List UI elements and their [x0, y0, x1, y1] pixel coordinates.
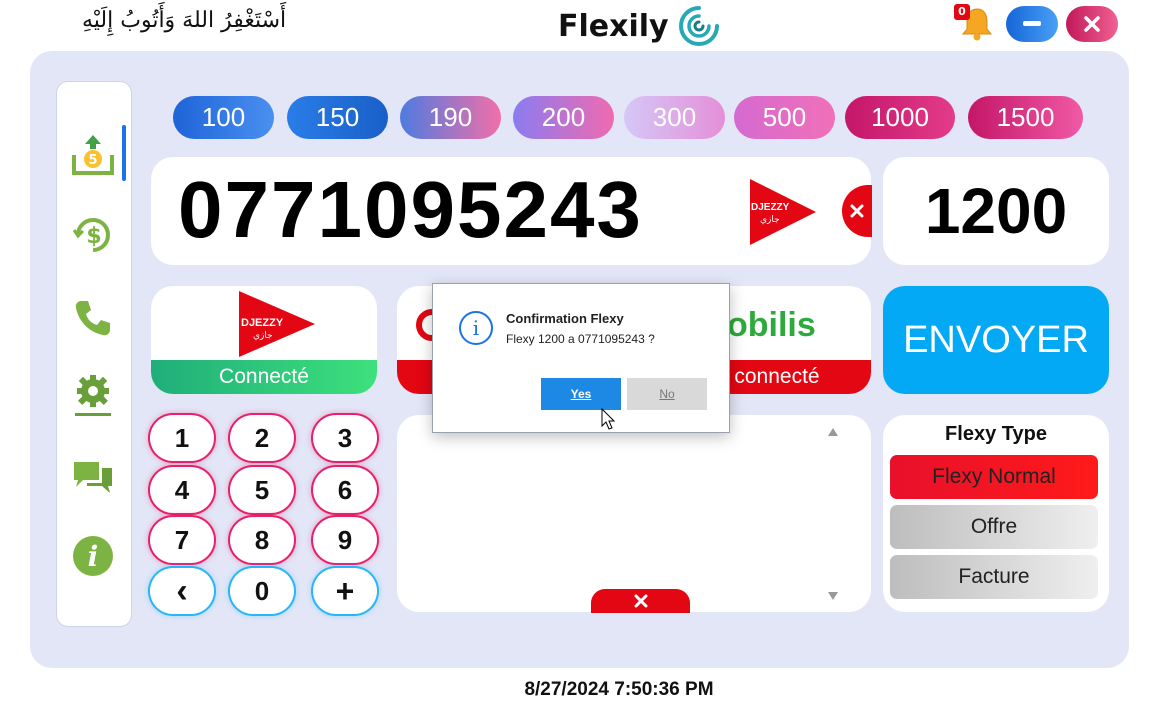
logo-swirl-icon — [678, 6, 719, 46]
djezzy-card-logo-arabic: جازي — [253, 331, 273, 341]
keypad-key-8[interactable]: 8 — [230, 517, 294, 563]
datetime-display: 8/27/2024 7:50:36 PM — [524, 679, 714, 700]
sidebar: 5 $ i — [56, 81, 132, 627]
sidebar-item-transactions[interactable]: $ — [67, 209, 119, 261]
flexy-type-facture[interactable]: Facture — [890, 555, 1098, 599]
svg-text:$: $ — [86, 224, 101, 249]
notification-bell[interactable]: 0 — [954, 4, 996, 42]
djezzy-operator-badge: DJEZZY جازي — [746, 177, 818, 251]
phone-icon — [75, 301, 110, 336]
confirmation-dialog: i Confirmation Flexy Flexy 1200 a 077109… — [432, 283, 730, 433]
flexy-type-offre[interactable]: Offre — [890, 505, 1098, 549]
settings-gear-icon — [75, 375, 111, 416]
app-logo: Flexily — [558, 4, 721, 48]
amount-button-300[interactable]: 300 — [624, 96, 725, 139]
dialog-no-button[interactable]: No — [627, 378, 707, 410]
dialog-message: Flexy 1200 a 0771095243 ? — [506, 332, 655, 346]
sidebar-item-messages[interactable] — [67, 452, 119, 504]
upload-money-icon: 5 — [72, 135, 114, 175]
scroll-down-icon — [828, 592, 838, 600]
arabic-invocation: أَسْتَغْفِرُ اللهَ وَأَتُوبُ إِلَيْهِ — [82, 8, 287, 33]
keypad-key-plus[interactable]: + — [313, 568, 377, 614]
close-icon — [634, 594, 647, 608]
app-name: Flexily — [558, 8, 669, 44]
close-icon — [850, 204, 864, 218]
keypad-key-4[interactable]: 4 — [150, 467, 214, 513]
close-icon — [1084, 16, 1100, 32]
mobilis-status-label: connecté — [734, 365, 820, 388]
keypad-key-3[interactable]: 3 — [313, 415, 377, 461]
keypad-key-1[interactable]: 1 — [150, 415, 214, 461]
amount-display[interactable]: 1200 — [883, 157, 1109, 265]
keypad-key-backspace[interactable]: ‹ — [150, 568, 214, 614]
svg-text:i: i — [88, 540, 99, 573]
sidebar-scroll-indicator[interactable] — [122, 125, 126, 181]
mouse-cursor-icon — [601, 408, 616, 430]
flexy-type-normal[interactable]: Flexy Normal — [890, 455, 1098, 499]
dialog-yes-button[interactable]: Yes — [541, 378, 621, 410]
flexy-type-title: Flexy Type — [945, 423, 1047, 445]
notification-count: 0 — [954, 4, 970, 20]
keypad-key-9[interactable]: 9 — [313, 517, 377, 563]
log-scrollbar[interactable] — [824, 424, 842, 604]
djezzy-card-logo-text: DJEZZY — [241, 317, 284, 329]
clear-log-button[interactable] — [591, 589, 690, 613]
scroll-up-icon — [828, 428, 838, 436]
info-icon: i — [73, 536, 113, 576]
amount-button-100[interactable]: 100 — [173, 96, 274, 139]
djezzy-status: Connecté — [151, 360, 377, 394]
keypad-key-7[interactable]: 7 — [150, 517, 214, 563]
chat-icon — [74, 462, 112, 493]
amount-button-150[interactable]: 150 — [287, 96, 388, 139]
dollar-refresh-icon: $ — [72, 218, 110, 252]
amount-button-500[interactable]: 500 — [734, 96, 835, 139]
info-icon: i — [459, 311, 493, 345]
amount-button-1500[interactable]: 1500 — [968, 96, 1083, 139]
send-button[interactable]: ENVOYER — [883, 286, 1109, 394]
phone-number-value: 0771095243 — [178, 165, 643, 254]
mobilis-logo-text: obilis — [727, 306, 816, 344]
transaction-log[interactable] — [397, 415, 871, 612]
keypad-key-2[interactable]: 2 — [230, 415, 294, 461]
amount-button-190[interactable]: 190 — [400, 96, 501, 139]
keypad-key-0[interactable]: 0 — [230, 568, 294, 614]
dialog-title: Confirmation Flexy — [506, 311, 624, 326]
minimize-button[interactable] — [1006, 6, 1058, 42]
sidebar-item-deposit[interactable]: 5 — [67, 130, 119, 182]
operator-card-djezzy[interactable]: DJEZZY جازي Connecté — [151, 286, 377, 394]
djezzy-badge-arabic: جازي — [760, 215, 780, 225]
minus-icon — [1023, 21, 1041, 26]
svg-text:5: 5 — [88, 153, 97, 168]
close-button[interactable] — [1066, 6, 1118, 42]
keypad-key-6[interactable]: 6 — [313, 467, 377, 513]
sidebar-item-call[interactable] — [67, 292, 119, 344]
amount-button-1000[interactable]: 1000 — [845, 96, 955, 139]
djezzy-badge-label: DJEZZY — [751, 202, 790, 213]
sidebar-item-about[interactable]: i — [67, 530, 119, 582]
keypad-key-5[interactable]: 5 — [230, 467, 294, 513]
sidebar-item-settings[interactable] — [67, 370, 119, 422]
amount-button-200[interactable]: 200 — [513, 96, 614, 139]
